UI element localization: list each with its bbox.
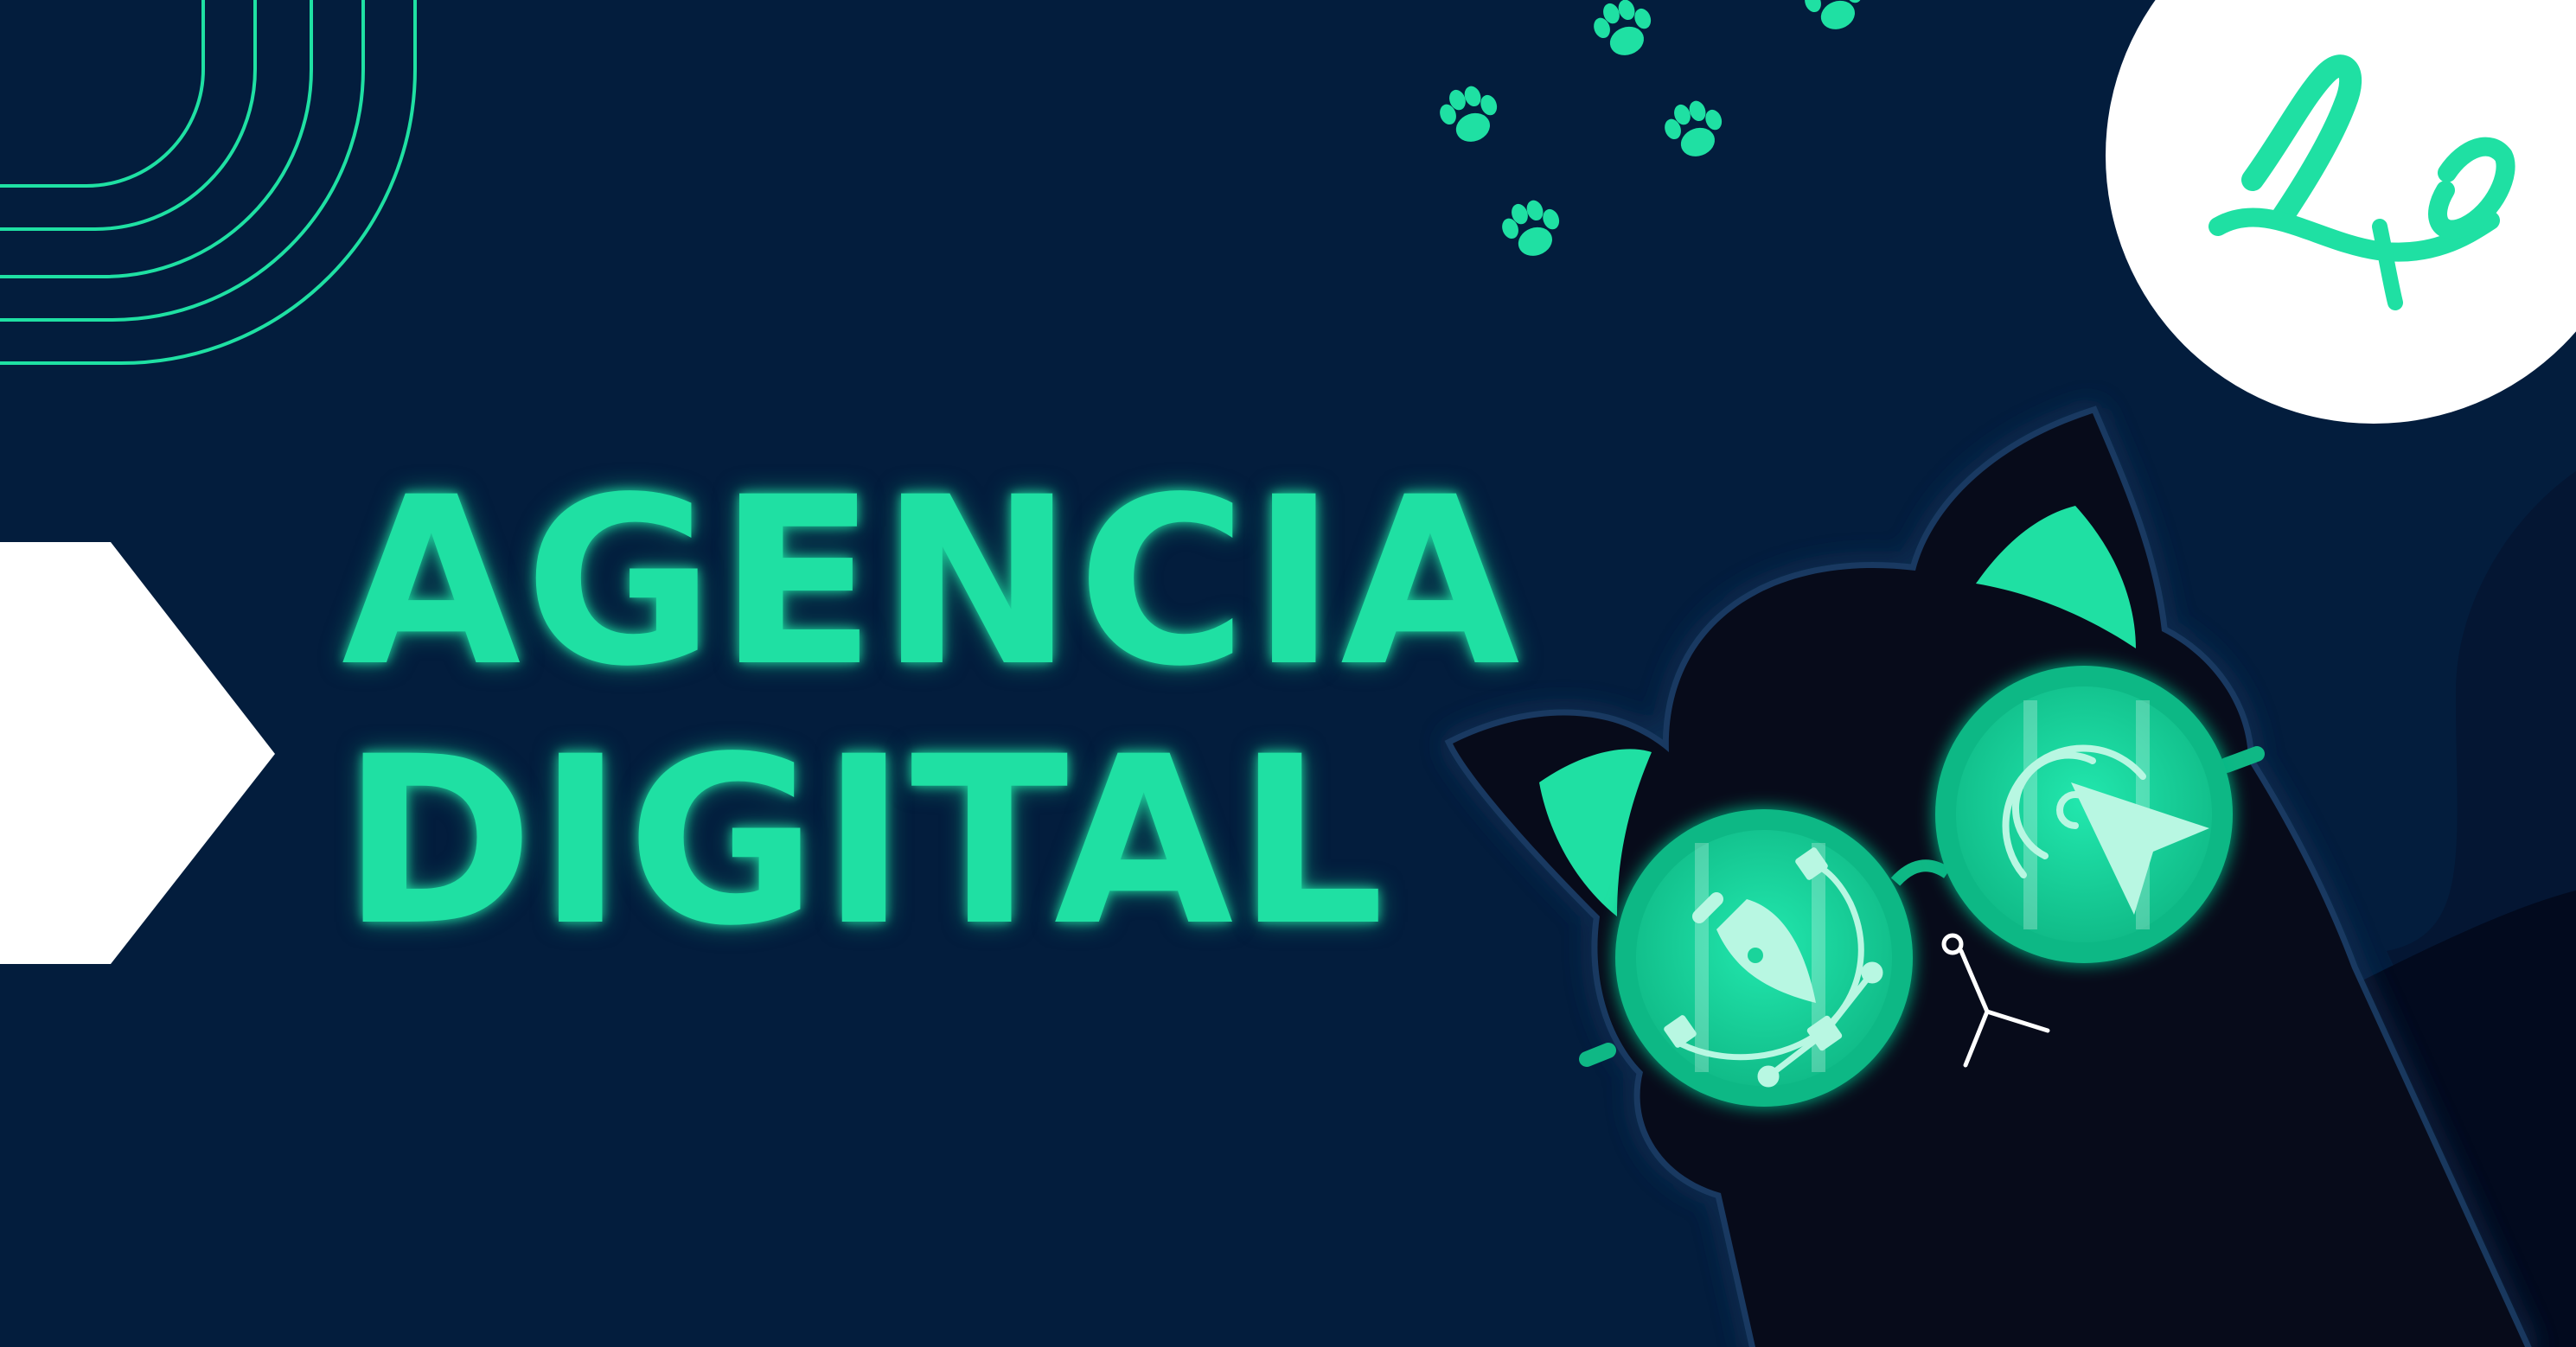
corner-arcs-decoration [0,0,417,365]
paw-print-icon [1440,86,1498,142]
paw-print-icon [1502,200,1560,256]
white-arrow-shape [0,542,275,964]
paw-print-icon [1594,0,1652,55]
paw-print-icon [1805,0,1863,29]
logo-badge [2106,0,2576,424]
headline-line-1: AGENCIA [342,448,1524,718]
paw-print-icon [1665,100,1723,156]
cat-mascot [1444,405,2532,1347]
headline-line-2: DIGITAL [342,707,1389,977]
